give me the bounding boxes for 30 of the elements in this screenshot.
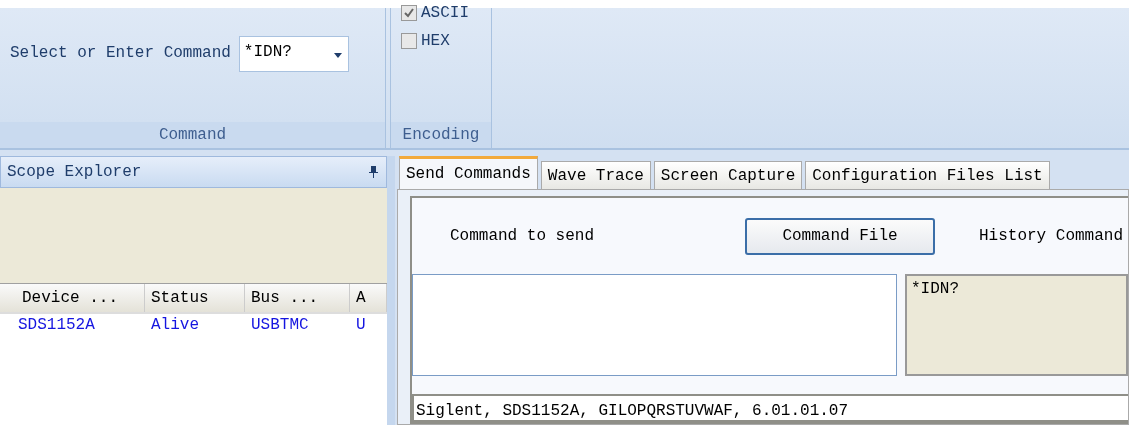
dropdown-arrow-icon[interactable] [333,53,342,58]
table-cell-text: U [355,315,367,334]
tab[interactable]: Screen Capture [653,161,803,189]
group-title: Encoding [391,122,491,148]
checkbox[interactable] [401,33,417,49]
checkbox[interactable] [401,5,417,21]
tab[interactable]: Configuration Files List [805,161,1050,189]
pin-icon[interactable] [369,166,378,178]
command-combo[interactable]: *IDN? [238,36,349,72]
column-header[interactable]: Device ... [0,284,145,312]
checkbox-label: ASCII [421,4,469,22]
command-input[interactable] [412,274,897,376]
section-label: History Command [978,227,1124,245]
column-header[interactable]: A [350,284,387,312]
tab[interactable]: Wave Trace [540,161,651,189]
combo-value: *IDN? [243,43,292,61]
section-label: Command to send [449,227,596,245]
panel-title: Scope Explorer [7,163,142,181]
table-cell-text: USBTMC [250,315,310,334]
table-cell-text: SDS1152A [17,315,96,334]
response-output: Siglent, SDS1152A, GILOPQRSTUVWAF, 6.01.01.07 [412,394,1128,422]
history-list[interactable]: *IDN? [905,274,1128,376]
column-header[interactable]: Status [145,284,245,312]
checkbox-label: HEX [421,32,450,50]
command-file-button[interactable]: Command File [745,217,935,255]
tab[interactable]: Send Commands [399,156,538,189]
command-label: Select or Enter Command [10,44,231,62]
group-title: Command [0,122,385,148]
column-header[interactable]: Bus ... [245,284,350,312]
table-cell-text: Alive [150,315,200,334]
